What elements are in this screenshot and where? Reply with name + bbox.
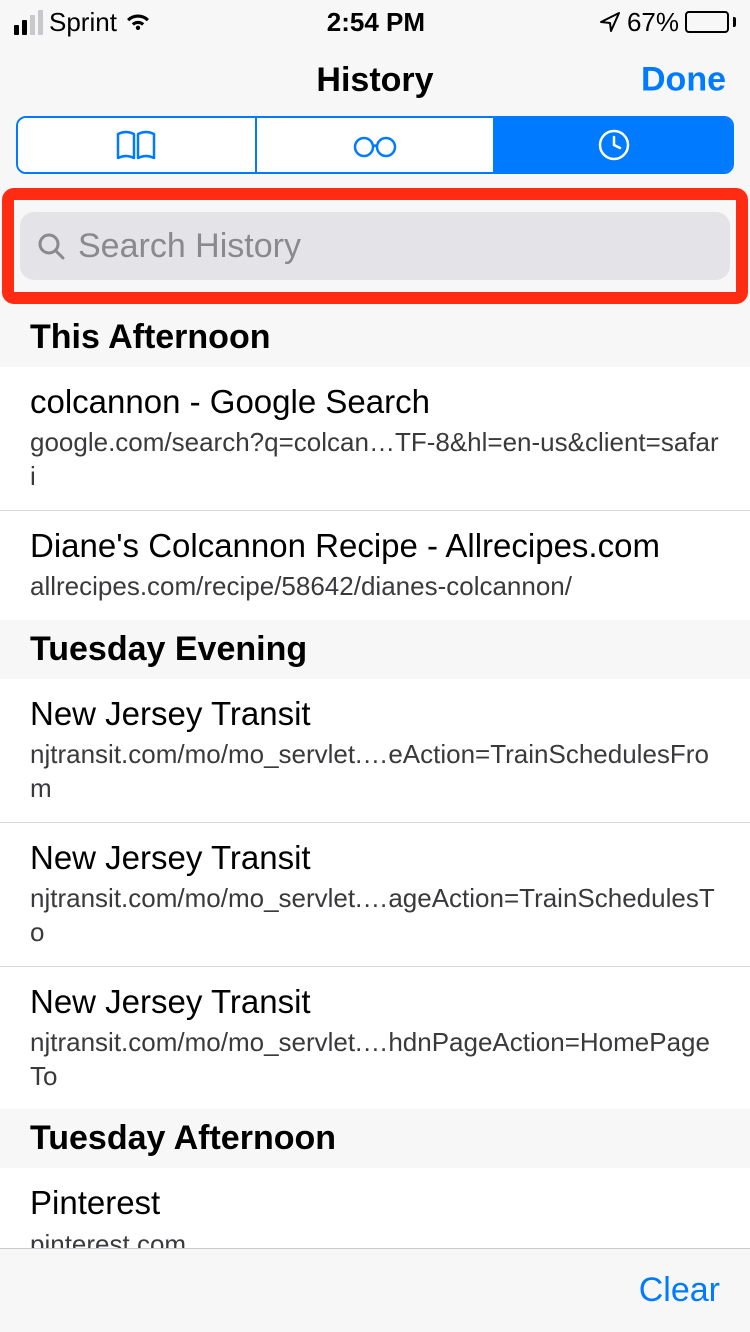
search-field[interactable] [20,212,730,280]
history-list: This Afternooncolcannon - Google Searchg… [0,308,750,1332]
history-row[interactable]: New Jersey Transitnjtransit.com/mo/mo_se… [0,679,750,823]
status-bar: Sprint 2:54 PM 67% [0,0,750,44]
signal-bars-icon [14,10,43,35]
tab-bookmarks[interactable] [18,118,257,172]
search-input[interactable] [78,227,714,266]
bottom-toolbar: Clear [0,1248,750,1332]
search-icon [36,231,66,261]
history-row-title: New Jersey Transit [30,693,720,734]
done-button[interactable]: Done [641,61,726,100]
section-header: Tuesday Evening [0,620,750,679]
status-left: Sprint [14,7,153,38]
location-icon [599,11,621,33]
history-row[interactable]: New Jersey Transitnjtransit.com/mo/mo_se… [0,823,750,967]
section-header: Tuesday Afternoon [0,1109,750,1168]
history-row-url: allrecipes.com/recipe/58642/dianes-colca… [30,570,720,604]
segmented-control [16,116,734,174]
clear-button[interactable]: Clear [639,1271,720,1310]
history-row-url: google.com/search?q=colcan…TF-8&hl=en-us… [30,426,720,494]
history-row-title: Pinterest [30,1182,720,1223]
history-row-title: New Jersey Transit [30,837,720,878]
annotation-highlight [2,188,748,304]
tab-history[interactable] [495,118,732,172]
tab-reading-list[interactable] [257,118,496,172]
history-row-title: colcannon - Google Search [30,381,720,422]
carrier-label: Sprint [49,7,117,38]
history-row-title: New Jersey Transit [30,981,720,1022]
section-header: This Afternoon [0,308,750,367]
history-row-url: njtransit.com/mo/mo_servlet.…eAction=Tra… [30,738,720,806]
history-row-url: njtransit.com/mo/mo_servlet.…hdnPageActi… [30,1026,720,1094]
history-row[interactable]: Diane's Colcannon Recipe - Allrecipes.co… [0,511,750,620]
nav-header: History Done [0,44,750,116]
battery-percent: 67% [627,7,679,38]
battery-icon [685,11,736,33]
page-title: History [316,61,433,100]
history-row-url: njtransit.com/mo/mo_servlet.…ageAction=T… [30,882,720,950]
history-row-title: Diane's Colcannon Recipe - Allrecipes.co… [30,525,720,566]
history-row[interactable]: New Jersey Transitnjtransit.com/mo/mo_se… [0,967,750,1110]
history-row[interactable]: colcannon - Google Searchgoogle.com/sear… [0,367,750,511]
status-time: 2:54 PM [327,7,425,38]
status-right: 67% [599,7,736,38]
wifi-icon [123,11,153,33]
